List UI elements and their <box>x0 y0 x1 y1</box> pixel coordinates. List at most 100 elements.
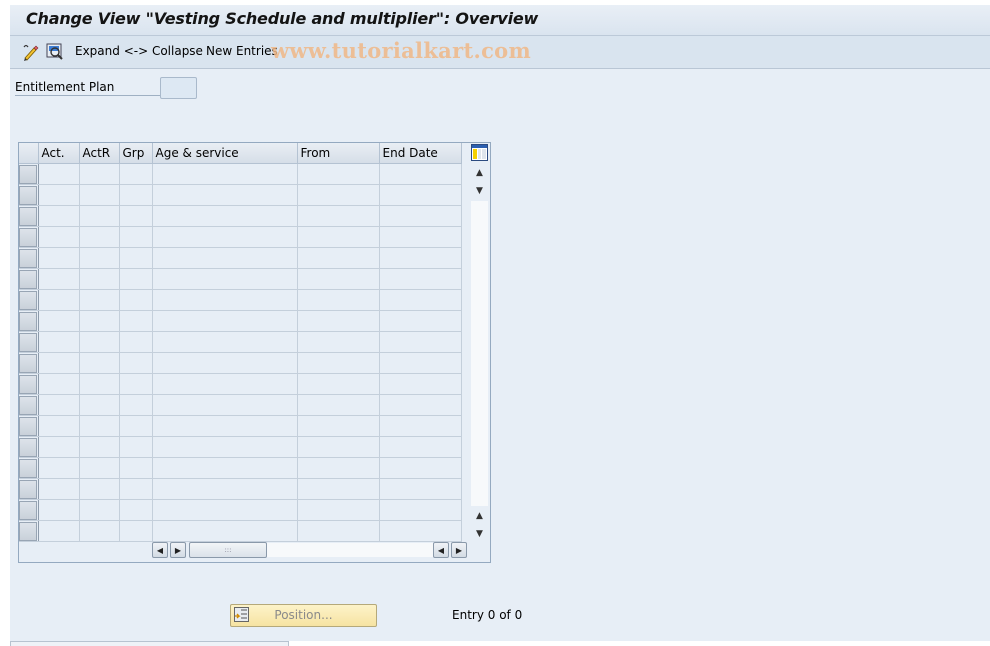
table-cell[interactable] <box>379 457 462 479</box>
table-cell[interactable] <box>152 331 298 353</box>
table-cell[interactable] <box>79 205 120 227</box>
table-cell[interactable] <box>119 352 153 374</box>
table-cell[interactable] <box>152 226 298 248</box>
table-cell[interactable] <box>379 436 462 458</box>
scroll-right-icon[interactable]: ▶ <box>170 542 186 558</box>
table-cell[interactable] <box>152 289 298 311</box>
row-select-button[interactable] <box>19 269 37 289</box>
row-selector[interactable] <box>19 331 39 353</box>
table-cell[interactable] <box>38 394 80 416</box>
row-select-button[interactable] <box>19 185 37 205</box>
table-cell[interactable] <box>297 394 380 416</box>
table-cell[interactable] <box>297 289 380 311</box>
row-select-button[interactable] <box>19 437 37 457</box>
table-cell[interactable] <box>79 373 120 395</box>
scroll-up-icon[interactable]: ▲ <box>471 165 488 181</box>
display-change-icon[interactable] <box>20 42 40 62</box>
new-entries-button[interactable]: New Entries <box>206 44 278 58</box>
table-cell[interactable] <box>38 520 80 542</box>
row-selector[interactable] <box>19 415 39 437</box>
table-cell[interactable] <box>152 310 298 332</box>
row-selector[interactable] <box>19 247 39 269</box>
table-cell[interactable] <box>379 310 462 332</box>
table-cell[interactable] <box>38 163 80 185</box>
table-cell[interactable] <box>119 310 153 332</box>
table-cell[interactable] <box>119 415 153 437</box>
table-cell[interactable] <box>38 373 80 395</box>
table-cell[interactable] <box>379 352 462 374</box>
row-select-button[interactable] <box>19 374 37 394</box>
row-selector[interactable] <box>19 457 39 479</box>
table-cell[interactable] <box>297 457 380 479</box>
row-selector[interactable] <box>19 499 39 521</box>
table-cell[interactable] <box>79 352 120 374</box>
table-cell[interactable] <box>79 520 120 542</box>
table-cell[interactable] <box>119 499 153 521</box>
scroll-down-icon[interactable]: ▼ <box>471 183 488 199</box>
table-cell[interactable] <box>38 457 80 479</box>
vertical-scrollbar[interactable]: ▲ ▼ ▲ ▼ <box>470 143 490 543</box>
table-cell[interactable] <box>379 289 462 311</box>
table-cell[interactable] <box>38 310 80 332</box>
table-cell[interactable] <box>152 163 298 185</box>
table-cell[interactable] <box>297 268 380 290</box>
table-cell[interactable] <box>79 289 120 311</box>
table-cell[interactable] <box>152 268 298 290</box>
table-cell[interactable] <box>119 184 153 206</box>
table-cell[interactable] <box>297 415 380 437</box>
table-cell[interactable] <box>119 520 153 542</box>
table-cell[interactable] <box>38 184 80 206</box>
row-select-button[interactable] <box>19 353 37 373</box>
table-cell[interactable] <box>79 457 120 479</box>
table-cell[interactable] <box>79 436 120 458</box>
table-cell[interactable] <box>152 436 298 458</box>
table-cell[interactable] <box>379 499 462 521</box>
table-cell[interactable] <box>79 415 120 437</box>
select-all-header[interactable] <box>19 143 39 164</box>
table-cell[interactable] <box>379 478 462 500</box>
column-header-from[interactable]: From <box>297 143 380 164</box>
table-cell[interactable] <box>297 184 380 206</box>
table-cell[interactable] <box>79 331 120 353</box>
table-cell[interactable] <box>119 268 153 290</box>
column-header-act[interactable]: Act. <box>38 143 80 164</box>
table-cell[interactable] <box>297 310 380 332</box>
table-cell[interactable] <box>152 184 298 206</box>
table-cell[interactable] <box>38 478 80 500</box>
table-cell[interactable] <box>297 247 380 269</box>
row-selector[interactable] <box>19 373 39 395</box>
table-cell[interactable] <box>379 373 462 395</box>
table-cell[interactable] <box>119 163 153 185</box>
row-select-button[interactable] <box>19 479 37 499</box>
row-select-button[interactable] <box>19 500 37 520</box>
table-cell[interactable] <box>79 499 120 521</box>
table-cell[interactable] <box>152 457 298 479</box>
table-cell[interactable] <box>119 226 153 248</box>
table-cell[interactable] <box>297 226 380 248</box>
table-cell[interactable] <box>152 205 298 227</box>
table-cell[interactable] <box>152 394 298 416</box>
table-cell[interactable] <box>152 478 298 500</box>
expand-collapse-button[interactable]: Expand <-> Collapse <box>75 44 203 58</box>
table-cell[interactable] <box>38 226 80 248</box>
row-select-button[interactable] <box>19 416 37 436</box>
table-cell[interactable] <box>119 205 153 227</box>
row-select-button[interactable] <box>19 248 37 268</box>
row-select-button[interactable] <box>19 458 37 478</box>
table-cell[interactable] <box>297 436 380 458</box>
row-select-button[interactable] <box>19 332 37 352</box>
table-cell[interactable] <box>297 352 380 374</box>
table-cell[interactable] <box>297 205 380 227</box>
row-select-button[interactable] <box>19 206 37 226</box>
entitlement-plan-input[interactable] <box>160 77 197 99</box>
table-cell[interactable] <box>38 331 80 353</box>
scroll-right-end-icon[interactable]: ▶ <box>451 542 467 558</box>
column-header-actr[interactable]: ActR <box>79 143 120 164</box>
table-cell[interactable] <box>79 310 120 332</box>
table-cell[interactable] <box>79 226 120 248</box>
table-cell[interactable] <box>119 331 153 353</box>
table-cell[interactable] <box>119 373 153 395</box>
table-cell[interactable] <box>379 268 462 290</box>
table-cell[interactable] <box>38 205 80 227</box>
row-selector[interactable] <box>19 520 39 542</box>
